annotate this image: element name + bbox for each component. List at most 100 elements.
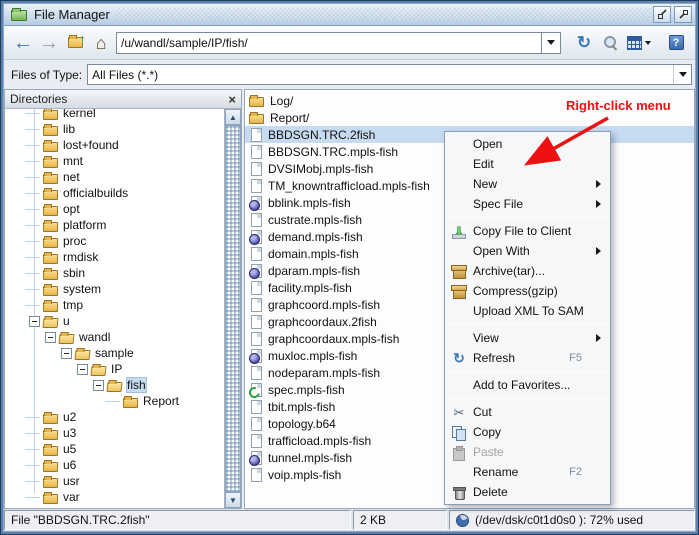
- tree-item-mnt[interactable]: mnt: [5, 153, 224, 169]
- file-icon: [251, 281, 262, 295]
- directories-title: Directories: [10, 92, 67, 106]
- file-item-label: tunnel.mpls-fish: [268, 451, 352, 465]
- menu-item-archive-tar[interactable]: Archive(tar)...: [445, 261, 610, 281]
- file-item-label: voip.mpls-fish: [268, 468, 341, 482]
- tree-item-label: usr: [63, 474, 80, 488]
- home-button[interactable]: ⌂: [88, 30, 114, 56]
- scroll-down-button[interactable]: ▼: [225, 492, 241, 508]
- close-panel-button[interactable]: ×: [228, 93, 236, 106]
- folder-icon: [43, 254, 58, 264]
- menu-icon-spacer: [449, 176, 469, 192]
- collapse-toggle-icon[interactable]: [93, 380, 104, 391]
- restore-button[interactable]: [653, 6, 671, 23]
- tree-item-report[interactable]: Report: [5, 393, 224, 409]
- tree-scrollbar[interactable]: ▲ ▼: [224, 109, 241, 508]
- help-button[interactable]: ?: [663, 30, 689, 56]
- tree-item-system[interactable]: system: [5, 281, 224, 297]
- tree-item-label: mnt: [63, 154, 83, 168]
- address-dropdown-button[interactable]: [541, 32, 561, 54]
- menu-item-rename[interactable]: RenameF2: [445, 462, 610, 482]
- tree-item-officialbuilds[interactable]: officialbuilds: [5, 185, 224, 201]
- back-button[interactable]: ←: [10, 30, 36, 56]
- file-item-label: bblink.mpls-fish: [268, 196, 351, 210]
- tree-item-lib[interactable]: lib: [5, 121, 224, 137]
- search-icon: [603, 35, 618, 50]
- menu-item-cut[interactable]: Cut: [445, 402, 610, 422]
- menu-item-new[interactable]: New: [445, 174, 610, 194]
- tree-item-net[interactable]: net: [5, 169, 224, 185]
- scroll-up-button[interactable]: ▲: [225, 109, 241, 125]
- menu-item-compress-gzip[interactable]: Compress(gzip): [445, 281, 610, 301]
- menu-item-paste: Paste: [445, 442, 610, 462]
- menu-item-spec-file[interactable]: Spec File: [445, 194, 610, 214]
- maximize-button[interactable]: [674, 6, 692, 23]
- tree-item-fish[interactable]: fish: [5, 377, 224, 393]
- menu-item-upload-xml-to-sam[interactable]: Upload XML To SAM: [445, 301, 610, 321]
- menu-item-open-with[interactable]: Open With: [445, 241, 610, 261]
- refresh-button[interactable]: ↻: [571, 30, 597, 56]
- title-bar[interactable]: File Manager: [4, 4, 695, 26]
- tree-item-opt[interactable]: opt: [5, 201, 224, 217]
- tree-item-label: rmdisk: [63, 250, 98, 264]
- tree-branch-line: [29, 492, 40, 503]
- tree-branch-line: [29, 140, 40, 151]
- tree-item-u5[interactable]: u5: [5, 441, 224, 457]
- collapse-toggle-icon[interactable]: [45, 332, 56, 343]
- tree-item-u3[interactable]: u3: [5, 425, 224, 441]
- file-item-label: topology.b64: [268, 417, 336, 431]
- menu-item-copy[interactable]: Copy: [445, 422, 610, 442]
- tree-item-sample[interactable]: sample: [5, 345, 224, 361]
- tree-item-platform[interactable]: platform: [5, 217, 224, 233]
- file-icon: [251, 213, 262, 227]
- grid-view-icon: [627, 36, 642, 50]
- tree-item-ip[interactable]: IP: [5, 361, 224, 377]
- scrollbar-thumb[interactable]: [225, 125, 241, 492]
- menu-item-refresh[interactable]: RefreshF5: [445, 348, 610, 368]
- tree-item-usr[interactable]: usr: [5, 473, 224, 489]
- search-button[interactable]: [597, 30, 623, 56]
- view-options-button[interactable]: [623, 30, 655, 56]
- collapse-toggle-icon[interactable]: [77, 364, 88, 375]
- file-item-label: graphcoord.mpls-fish: [268, 298, 380, 312]
- tree-item-u6[interactable]: u6: [5, 457, 224, 473]
- directories-header: Directories ×: [5, 90, 241, 109]
- menu-item-delete[interactable]: Delete: [445, 482, 610, 502]
- up-directory-button[interactable]: ↑: [62, 30, 88, 56]
- menu-item-view[interactable]: View: [445, 328, 610, 348]
- annotation-arrow: [506, 112, 618, 174]
- file-type-combo[interactable]: All Files (*.*): [87, 64, 692, 85]
- menu-item-copy-file-to-client[interactable]: Copy File to Client: [445, 221, 610, 241]
- tree-item-u[interactable]: u: [5, 313, 224, 329]
- forward-button[interactable]: →: [36, 30, 62, 56]
- globe-file-icon: [251, 230, 262, 244]
- window-controls: [653, 6, 692, 23]
- tree-item-rmdisk[interactable]: rmdisk: [5, 249, 224, 265]
- tree-branch-line: [29, 188, 40, 199]
- tree-item-u2[interactable]: u2: [5, 409, 224, 425]
- menu-icon-spacer: [449, 136, 469, 152]
- tree-item-label: opt: [63, 202, 80, 216]
- directories-body: kernelliblost+foundmntnetofficialbuildso…: [5, 109, 241, 508]
- tree-item-label: tmp: [63, 298, 83, 312]
- tree-item-sbin[interactable]: sbin: [5, 265, 224, 281]
- folder-icon: [43, 110, 58, 120]
- tree-item-tmp[interactable]: tmp: [5, 297, 224, 313]
- file-item-label: muxloc.mpls-fish: [268, 349, 357, 363]
- collapse-toggle-icon[interactable]: [61, 348, 72, 359]
- tree-item-label: proc: [63, 234, 86, 248]
- tree-item-lost-found[interactable]: lost+found: [5, 137, 224, 153]
- folder-icon: [123, 398, 138, 408]
- menu-separator: [446, 371, 609, 372]
- tree-item-proc[interactable]: proc: [5, 233, 224, 249]
- menu-item-add-to-favorites[interactable]: Add to Favorites...: [445, 375, 610, 395]
- tree-item-wandl[interactable]: wandl: [5, 329, 224, 345]
- file-type-dropdown-button[interactable]: [673, 65, 691, 84]
- tree-branch-line: [29, 124, 40, 135]
- status-disk-text: (/dev/dsk/c0t1d0s0 ): 72% used: [475, 513, 643, 527]
- tree-item-label: sbin: [63, 266, 85, 280]
- address-input[interactable]: [116, 32, 541, 54]
- tree-item-kernel[interactable]: kernel: [5, 109, 224, 121]
- tree-item-var[interactable]: var: [5, 489, 224, 505]
- collapse-toggle-icon[interactable]: [29, 316, 40, 327]
- menu-item-label: Open With: [473, 244, 530, 258]
